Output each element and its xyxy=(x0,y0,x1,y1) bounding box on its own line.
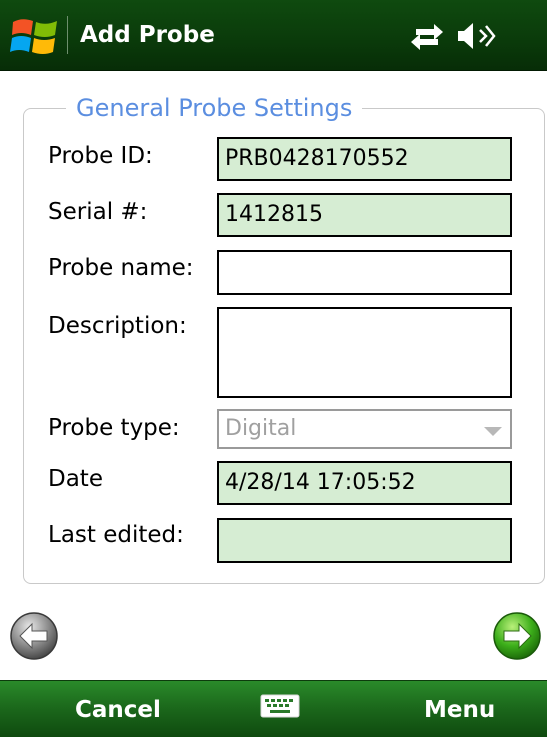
chevron-down-icon xyxy=(484,427,502,436)
probe-type-select[interactable]: Digital xyxy=(217,409,512,449)
serial-field[interactable]: 1412815 xyxy=(217,193,512,237)
probe-id-label: Probe ID: xyxy=(48,143,153,169)
network-sync-icon[interactable] xyxy=(410,22,444,50)
last-edited-field[interactable] xyxy=(217,518,512,563)
keyboard-icon[interactable] xyxy=(260,693,300,719)
cancel-button[interactable]: Cancel xyxy=(75,695,161,725)
back-arrow-icon[interactable] xyxy=(9,611,59,661)
description-label: Description: xyxy=(48,313,187,339)
title-bar: Add Probe xyxy=(0,0,547,71)
probe-id-field[interactable]: PRB0428170552 xyxy=(217,137,512,181)
probe-type-label: Probe type: xyxy=(48,415,180,441)
windows-flag-icon[interactable] xyxy=(10,14,60,58)
date-label: Date xyxy=(48,466,103,492)
softkey-bar: Cancel Menu xyxy=(0,680,547,737)
page-title: Add Probe xyxy=(80,22,215,48)
title-separator xyxy=(67,16,68,54)
probe-name-input[interactable] xyxy=(217,250,512,295)
speaker-icon[interactable] xyxy=(456,21,496,51)
menu-button[interactable]: Menu xyxy=(424,695,495,725)
probe-type-value: Digital xyxy=(225,416,297,441)
description-input[interactable] xyxy=(217,307,512,398)
probe-name-label: Probe name: xyxy=(48,255,194,281)
date-field[interactable]: 4/28/14 17:05:52 xyxy=(217,461,512,505)
last-edited-label: Last edited: xyxy=(48,522,184,548)
serial-label: Serial #: xyxy=(48,199,148,225)
next-arrow-icon[interactable] xyxy=(492,611,542,661)
group-title: General Probe Settings xyxy=(66,93,363,123)
